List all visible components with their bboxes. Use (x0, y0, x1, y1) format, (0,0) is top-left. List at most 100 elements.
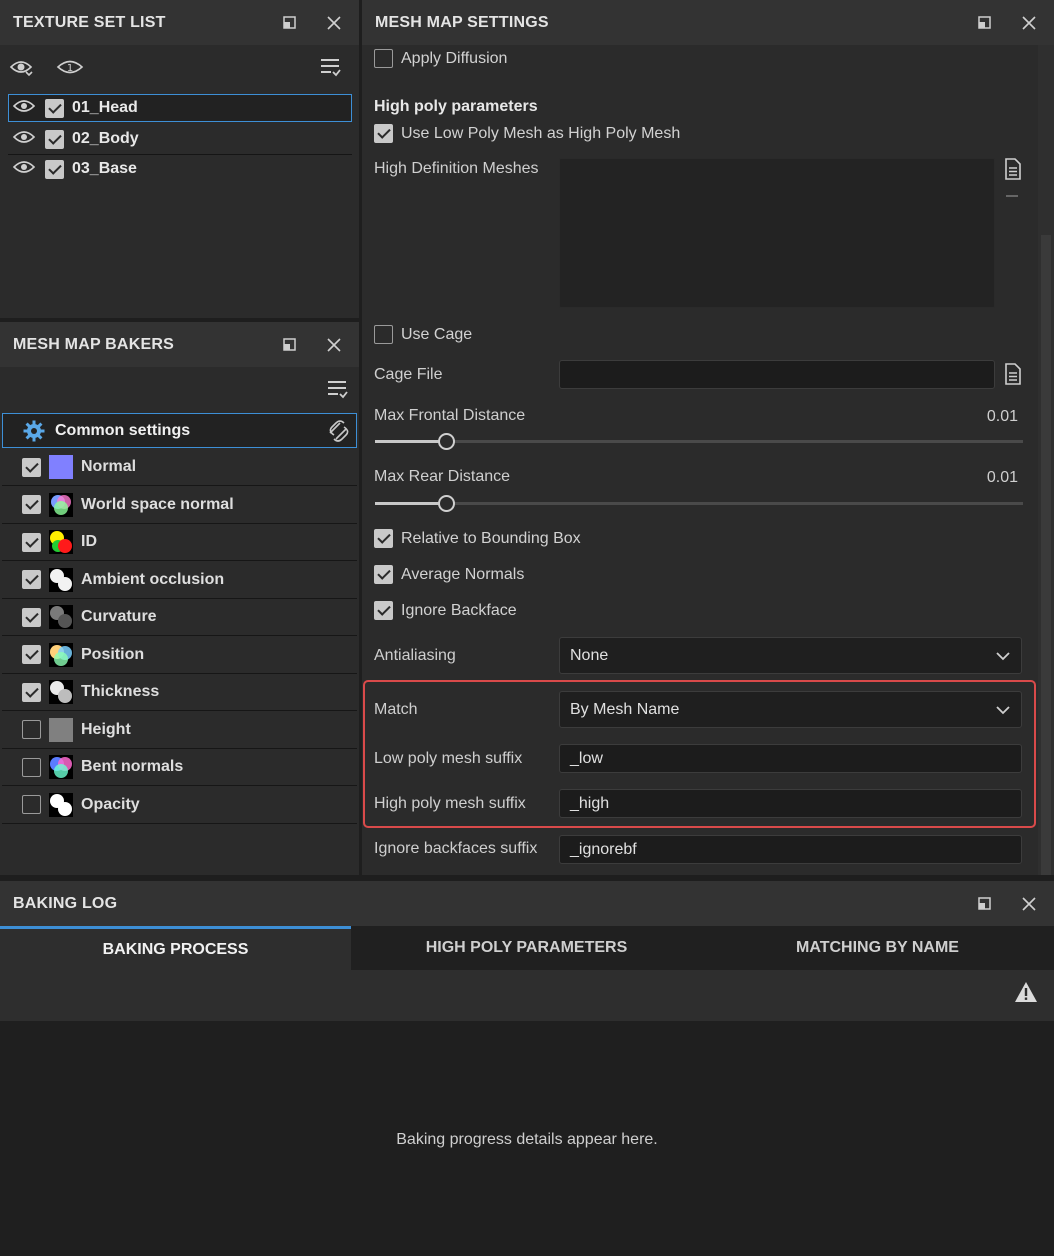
baker-row-pos[interactable]: Position (2, 637, 357, 674)
baker-checkbox[interactable] (22, 682, 41, 702)
baker-checkbox[interactable] (22, 645, 41, 664)
baker-label: ID (81, 533, 97, 550)
common-settings-row[interactable]: Common settings (2, 413, 357, 448)
antialiasing-value: None (570, 646, 609, 664)
relative-bbox-checkbox[interactable] (374, 529, 393, 548)
ignore-backface-row[interactable]: Ignore Backface (374, 601, 517, 620)
baker-row-curv[interactable]: Curvature (2, 599, 357, 636)
relative-bbox-row[interactable]: Relative to Bounding Box (374, 529, 581, 548)
baker-thumbnail-icon (49, 530, 73, 554)
chevron-down-icon (995, 648, 1011, 669)
tab-baking-process[interactable]: BAKING PROCESS (0, 926, 351, 970)
hd-meshes-list[interactable] (559, 158, 995, 308)
match-dropdown[interactable]: By Mesh Name (559, 691, 1022, 728)
ignore-backface-label: Ignore Backface (401, 601, 517, 619)
visibility-toggle-icon[interactable] (9, 57, 35, 84)
baker-checkbox[interactable] (22, 757, 41, 777)
undock-icon[interactable] (969, 881, 999, 926)
average-normals-checkbox[interactable] (374, 565, 393, 584)
baker-checkbox[interactable] (22, 532, 41, 552)
list-options-icon[interactable] (326, 379, 350, 406)
baker-checkbox[interactable] (22, 795, 41, 814)
file-browse-icon[interactable] (1004, 158, 1022, 185)
apply-diffusion-checkbox[interactable] (374, 49, 393, 68)
scrollbar-thumb[interactable] (1041, 235, 1051, 875)
tab-matching-by-name[interactable]: MATCHING BY NAME (702, 926, 1053, 970)
link-icon[interactable] (326, 419, 352, 448)
eye-icon[interactable] (12, 99, 36, 118)
use-low-poly-checkbox[interactable] (374, 124, 393, 143)
max-frontal-slider[interactable] (375, 433, 1023, 450)
eye-icon[interactable] (12, 160, 36, 179)
slider-handle[interactable] (438, 495, 456, 512)
baker-row-id[interactable]: ID (2, 524, 357, 561)
undock-icon[interactable] (969, 0, 999, 45)
close-icon[interactable] (319, 0, 349, 45)
warning-icon[interactable] (1014, 981, 1038, 1008)
remove-icon[interactable] (1006, 195, 1018, 197)
close-icon[interactable] (1014, 881, 1044, 926)
baker-thumbnail-icon (49, 492, 73, 517)
tab-high-poly-parameters[interactable]: HIGH POLY PARAMETERS (351, 926, 702, 970)
baker-label: Normal (81, 458, 137, 475)
texture-set-checkbox[interactable] (45, 129, 64, 149)
baker-row-wsn[interactable]: World space normal (2, 487, 357, 524)
cage-file-field[interactable] (559, 360, 995, 389)
texture-set-checkbox[interactable] (45, 159, 64, 179)
baker-thumbnail-icon (49, 605, 73, 629)
scrollbar[interactable] (1038, 45, 1054, 875)
ignore-suffix-input[interactable]: _ignorebf (559, 835, 1022, 864)
texture-set-row[interactable]: 01_Head (8, 94, 352, 122)
solo-visibility-icon[interactable]: 1 (56, 56, 84, 83)
low-suffix-input[interactable]: _low (559, 744, 1022, 773)
slider-fill (375, 502, 447, 505)
panel-title: TEXTURE SET LIST (13, 13, 166, 31)
log-toolbar (0, 970, 1054, 1021)
high-suffix-input[interactable]: _high (559, 789, 1022, 818)
baker-checkbox[interactable] (22, 570, 41, 589)
cage-file-label: Cage File (374, 366, 443, 383)
baker-label: Bent normals (81, 758, 184, 775)
close-icon[interactable] (1014, 0, 1044, 45)
undock-icon[interactable] (274, 322, 304, 367)
eye-icon[interactable] (12, 130, 36, 149)
baker-checkbox[interactable] (22, 720, 41, 739)
baker-label: Height (81, 720, 131, 738)
texture-set-checkbox[interactable] (45, 98, 64, 118)
file-browse-icon[interactable] (1004, 363, 1022, 390)
ignore-backface-checkbox[interactable] (374, 601, 393, 620)
undock-icon[interactable] (274, 0, 304, 45)
apply-diffusion-row[interactable]: Apply Diffusion (374, 49, 507, 68)
baker-row-height[interactable]: Height (2, 712, 357, 749)
average-normals-row[interactable]: Average Normals (374, 565, 524, 584)
use-low-poly-row[interactable]: Use Low Poly Mesh as High Poly Mesh (374, 124, 680, 143)
baker-label: Ambient occlusion (81, 570, 225, 588)
bakers-toolbar (0, 367, 359, 413)
baker-thumbnail-icon (49, 567, 73, 592)
baker-thumbnail-icon (49, 455, 73, 479)
high-suffix-label: High poly mesh suffix (374, 795, 526, 812)
baker-checkbox[interactable] (22, 457, 41, 477)
ignore-suffix-label: Ignore backfaces suffix (374, 840, 538, 857)
baker-label: Thickness (81, 683, 160, 700)
max-rear-value: 0.01 (986, 469, 1018, 486)
texture-set-row[interactable]: 02_Body (8, 125, 352, 153)
texture-set-row[interactable]: 03_Base (8, 155, 352, 183)
high-poly-section-title: High poly parameters (374, 98, 538, 115)
close-icon[interactable] (319, 322, 349, 367)
antialiasing-dropdown[interactable]: None (559, 637, 1022, 674)
baker-row-bent[interactable]: Bent normals (2, 749, 357, 786)
use-cage-row[interactable]: Use Cage (374, 325, 472, 344)
baker-row-opacity[interactable]: Opacity (2, 787, 357, 824)
antialiasing-label: Antialiasing (374, 647, 456, 664)
list-options-icon[interactable] (319, 57, 343, 84)
baker-checkbox[interactable] (22, 607, 41, 627)
baker-row-normal[interactable]: Normal (2, 449, 357, 486)
baker-row-thick[interactable]: Thickness (2, 674, 357, 711)
baker-row-ao[interactable]: Ambient occlusion (2, 562, 357, 599)
use-low-poly-label: Use Low Poly Mesh as High Poly Mesh (401, 124, 681, 142)
slider-handle[interactable] (438, 433, 456, 450)
baker-checkbox[interactable] (22, 495, 41, 514)
max-rear-slider[interactable] (375, 495, 1023, 512)
use-cage-checkbox[interactable] (374, 325, 393, 344)
